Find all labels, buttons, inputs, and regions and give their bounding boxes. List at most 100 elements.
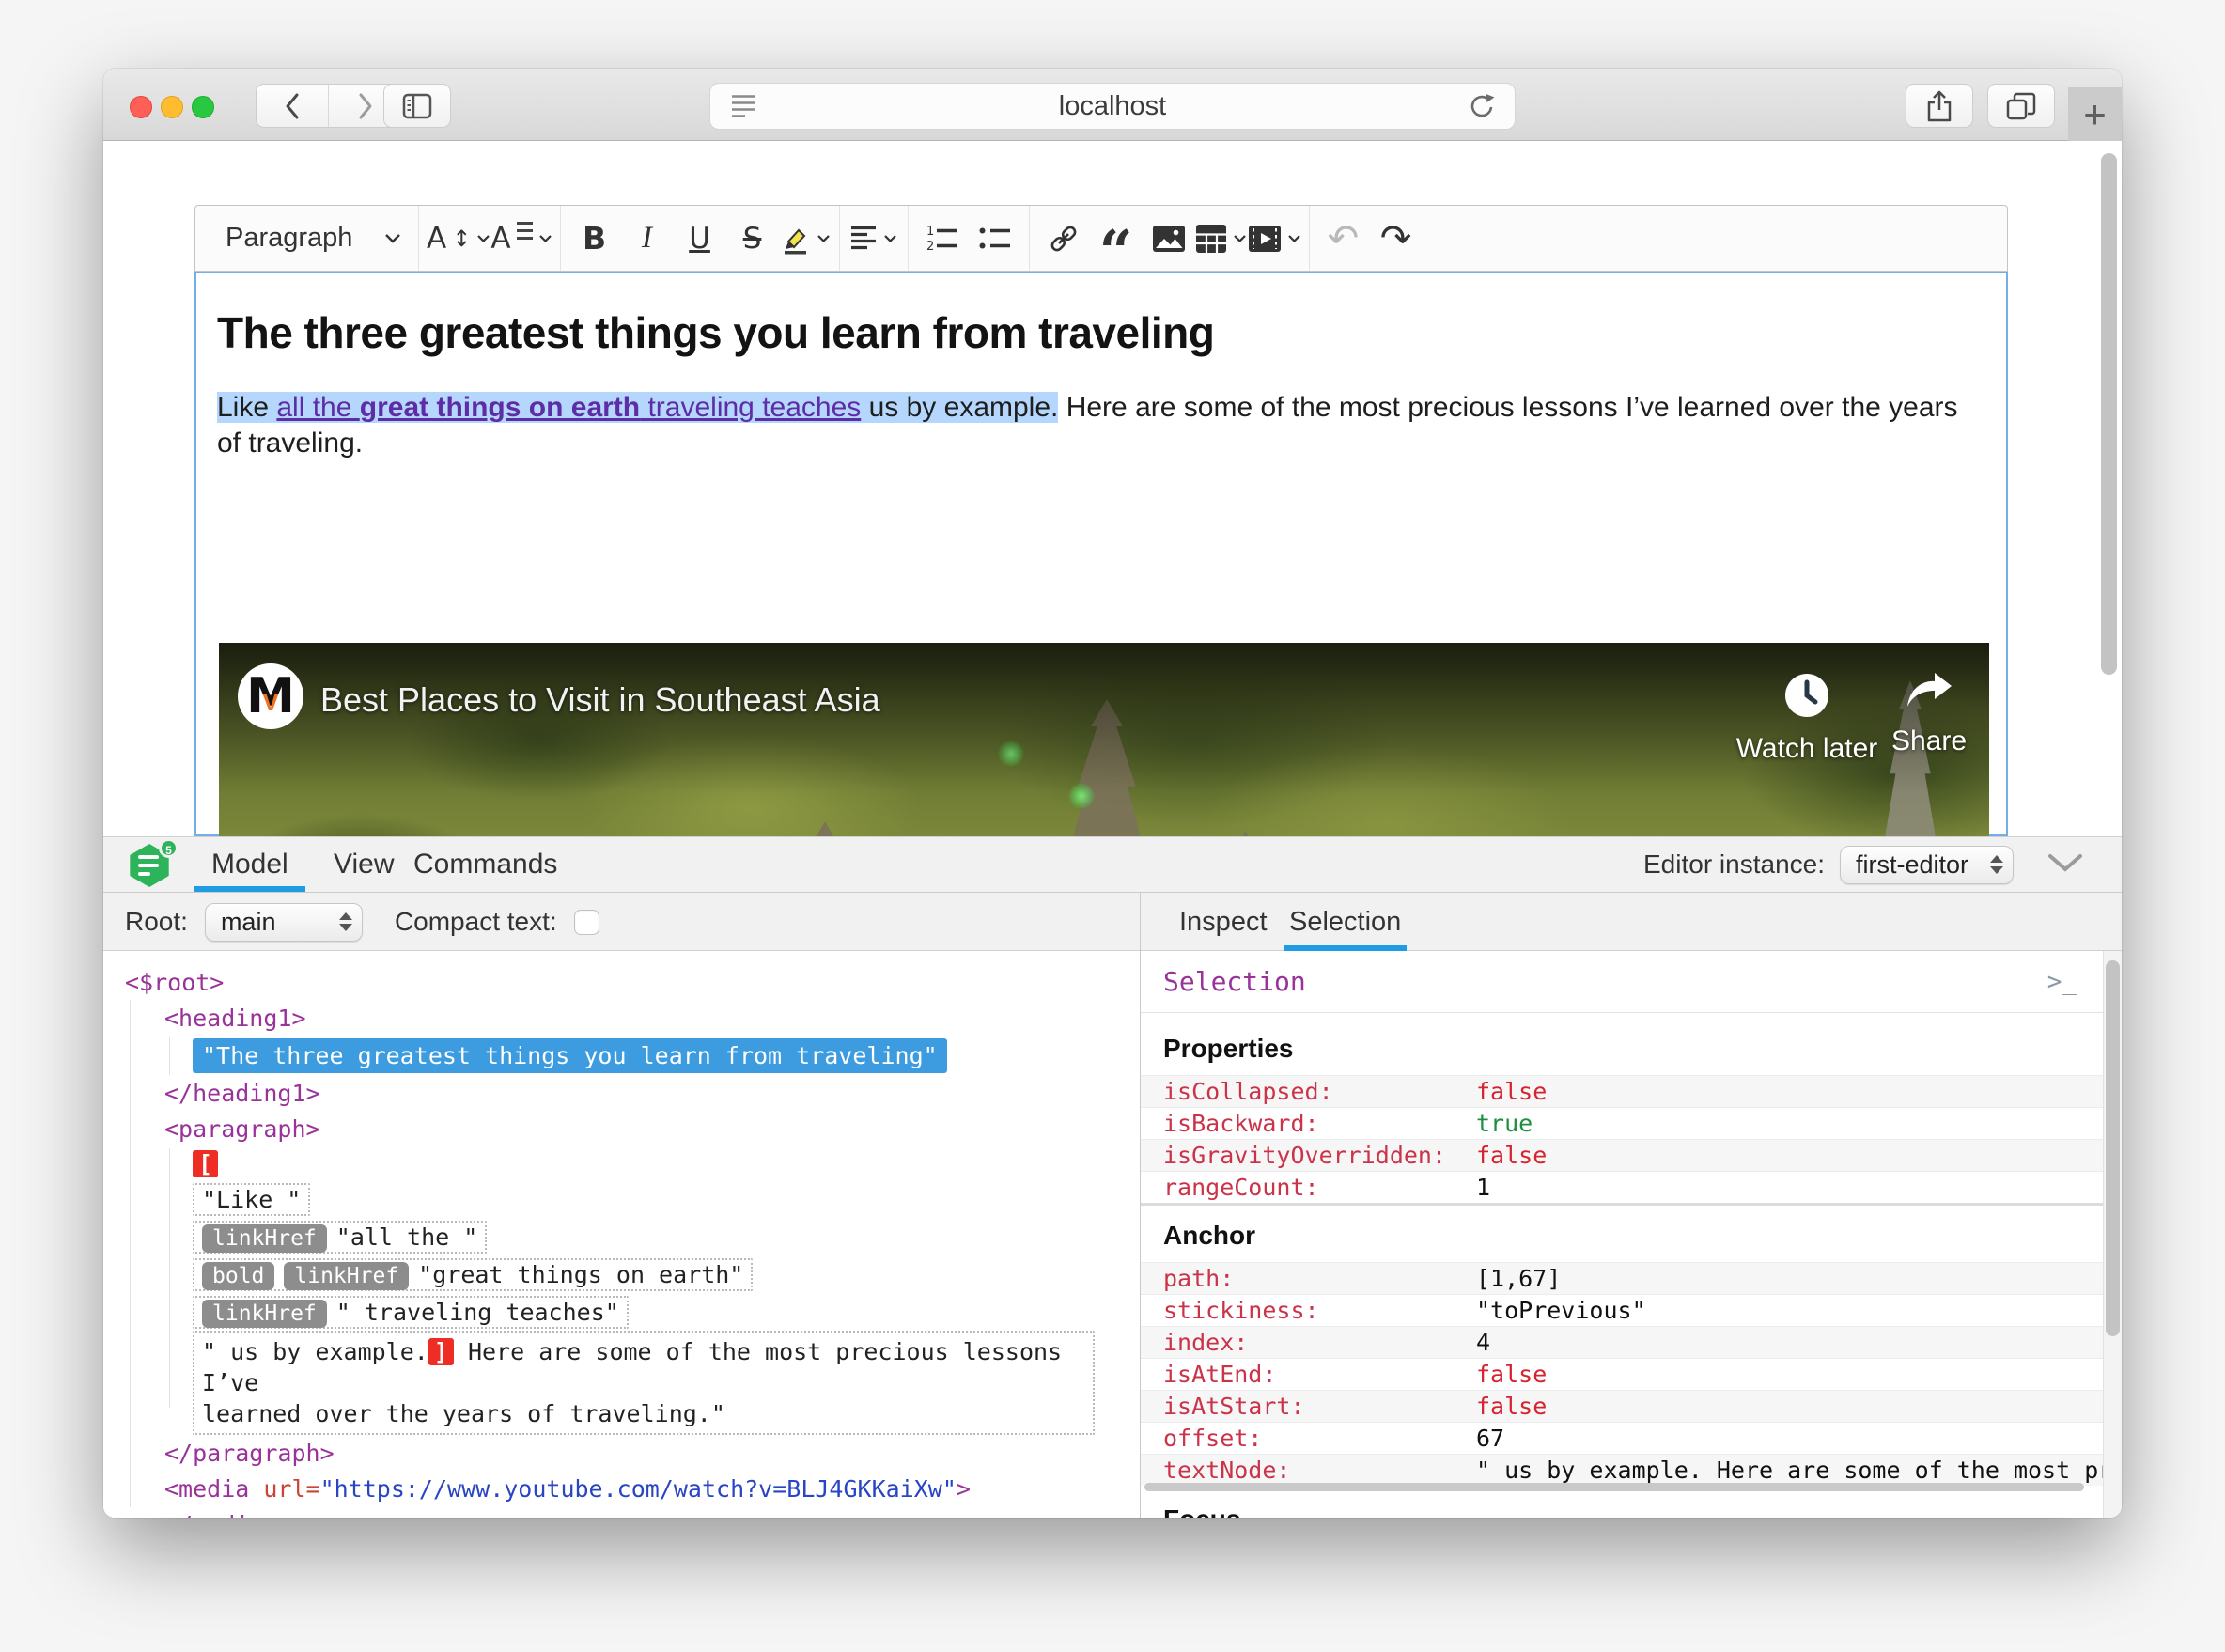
- page-scrollbar-thumb[interactable]: [2101, 153, 2117, 675]
- chevron-down-icon: [385, 233, 400, 243]
- link-traveling-teaches[interactable]: traveling teaches: [640, 392, 861, 423]
- root-select[interactable]: main: [204, 902, 363, 942]
- back-button[interactable]: [257, 85, 329, 127]
- tab-commands[interactable]: Commands: [413, 837, 557, 892]
- property-row: isAtStart: false: [1141, 1390, 2103, 1422]
- tab-selection[interactable]: Selection: [1283, 893, 1408, 951]
- tree-node-media-close[interactable]: </media>: [125, 1506, 1140, 1519]
- align-left-icon: [851, 226, 877, 250]
- font-size-button[interactable]: A ↕: [427, 214, 490, 263]
- tree-node-text-teaches[interactable]: linkHref " traveling teaches": [125, 1293, 1140, 1331]
- tab-view[interactable]: View: [334, 837, 394, 892]
- selection-panel: Selection >_ Properties isCollapsed: fals…: [1141, 951, 2103, 1518]
- highlight-button[interactable]: [779, 214, 832, 263]
- zoom-window-button[interactable]: [192, 96, 214, 118]
- font-family-button[interactable]: A: [490, 214, 552, 263]
- insert-image-button[interactable]: [1143, 214, 1195, 263]
- link-icon: [1050, 226, 1076, 251]
- toolbar-separator: [418, 206, 419, 271]
- heading-dropdown-label: Paragraph: [226, 223, 353, 253]
- url-text[interactable]: localhost: [776, 91, 1449, 122]
- address-bar[interactable]: localhost: [709, 83, 1516, 130]
- panel-scrollbar-thumb[interactable]: [2106, 960, 2120, 1336]
- tab-inspect[interactable]: Inspect: [1179, 893, 1268, 951]
- inspector-collapse-button[interactable]: [2046, 852, 2084, 875]
- minimize-window-button[interactable]: [161, 96, 183, 118]
- tree-node-media-open[interactable]: <media url = "https://www.youtube.com/watc…: [125, 1471, 1140, 1506]
- tree-node-paragraph-open[interactable]: <paragraph>: [125, 1111, 1140, 1146]
- redo-icon: ↷: [1379, 216, 1412, 260]
- editor-editable-area[interactable]: The three greatest things you learn from…: [194, 272, 2008, 836]
- tree-node-heading1-text[interactable]: "The three greatest things you learn fro…: [125, 1036, 1140, 1075]
- log-to-console-icon[interactable]: >_: [2047, 968, 2077, 996]
- share-button[interactable]: [1906, 84, 1973, 128]
- select-stepper-icon: [1990, 855, 2003, 874]
- chevron-down-icon: [477, 234, 490, 242]
- heading-dropdown[interactable]: Paragraph: [209, 214, 411, 263]
- insert-table-button[interactable]: [1195, 214, 1248, 263]
- tree-node-root-open[interactable]: <$root>: [125, 964, 1140, 1000]
- selection-start-marker: [: [125, 1146, 1140, 1180]
- tree-node-text-allthe[interactable]: linkHref "all the ": [125, 1218, 1140, 1255]
- youtube-embed[interactable]: M V Best Places to Visit in Southeast As…: [219, 643, 1989, 836]
- inspector-header: 5 Model View Commands Editor instance: f…: [103, 836, 2122, 893]
- chevron-down-icon: [817, 234, 830, 242]
- video-title[interactable]: Best Places to Visit in Southeast Asia: [320, 680, 880, 720]
- editor-toolbar: Paragraph A ↕ A B I U S 1 2 “ ↶ ↷: [194, 205, 2008, 280]
- undo-button[interactable]: ↶: [1317, 214, 1370, 263]
- horizontal-scrollbar-thumb[interactable]: [1144, 1483, 2084, 1491]
- bulleted-list-button[interactable]: [969, 214, 1021, 263]
- toolbar-separator: [1308, 206, 1310, 271]
- compact-text-checkbox[interactable]: [573, 909, 599, 935]
- sidebar-toggle-button[interactable]: [383, 84, 451, 128]
- share-arrow-icon: [1907, 673, 1952, 707]
- property-row: isGravityOverridden: false: [1141, 1139, 2103, 1171]
- tree-node-heading1-open[interactable]: <heading1>: [125, 1000, 1140, 1036]
- browser-titlebar: localhost +: [103, 69, 2122, 141]
- channel-avatar[interactable]: M V: [238, 663, 303, 729]
- selection-console-header: Selection >_: [1141, 951, 2103, 1013]
- reader-mode-icon[interactable]: [710, 94, 776, 118]
- numbered-list-button[interactable]: 12: [916, 214, 969, 263]
- forward-icon: [359, 93, 371, 118]
- property-row: index: 4: [1141, 1326, 2103, 1358]
- close-window-button[interactable]: [130, 96, 152, 118]
- underline-button[interactable]: U: [674, 214, 726, 263]
- tree-node-text-tail[interactable]: " us by example.] Here are some of the m…: [125, 1331, 1140, 1435]
- alignment-button[interactable]: [848, 214, 900, 263]
- tab-overview-button[interactable]: [1987, 84, 2055, 128]
- toolbar-separator: [1028, 206, 1030, 271]
- blockquote-button[interactable]: “: [1090, 214, 1143, 280]
- tree-node-text-like[interactable]: "Like ": [125, 1180, 1140, 1218]
- link-all-the[interactable]: all the: [276, 392, 359, 423]
- editor-instance-select[interactable]: first-editor: [1840, 845, 2014, 884]
- property-row: isCollapsed: false: [1141, 1075, 2103, 1107]
- inspector-subbar: Root: main Compact text: Inspect Selecti…: [103, 893, 2122, 951]
- chevron-down-icon: [1287, 234, 1300, 242]
- new-tab-button[interactable]: +: [2068, 87, 2122, 141]
- safari-window: localhost + Paragraph A ↕ A B I U S 1 2 …: [103, 69, 2122, 1518]
- property-row: path: [1,67]: [1141, 1262, 2103, 1294]
- select-stepper-icon: [338, 912, 352, 931]
- link-button[interactable]: [1037, 214, 1090, 263]
- editor-instance-label: Editor instance:: [1643, 849, 1825, 879]
- section-properties: Properties: [1163, 1034, 1294, 1063]
- video-share-button[interactable]: Share: [1854, 671, 1989, 757]
- tab-model[interactable]: Model: [194, 837, 305, 892]
- tree-node-paragraph-close[interactable]: </paragraph>: [125, 1435, 1140, 1471]
- reload-icon[interactable]: [1449, 92, 1515, 120]
- media-icon: [1248, 225, 1281, 252]
- property-row: stickiness: "toPrevious": [1141, 1294, 2103, 1326]
- tree-node-heading1-close[interactable]: </heading1>: [125, 1075, 1140, 1111]
- numbered-list-icon: 12: [926, 225, 957, 253]
- tree-node-text-greatthings[interactable]: bold linkHref "great things on earth": [125, 1255, 1140, 1293]
- media-embed-button[interactable]: [1248, 214, 1301, 263]
- property-row: isAtEnd: false: [1141, 1358, 2103, 1390]
- link-great-things-bold[interactable]: great things on earth: [360, 392, 640, 423]
- share-icon: [1927, 90, 1952, 121]
- highlight-pen-icon: [785, 228, 807, 254]
- bold-button[interactable]: B: [568, 214, 621, 263]
- redo-button[interactable]: ↷: [1370, 214, 1423, 263]
- strikethrough-button[interactable]: S: [726, 214, 779, 263]
- italic-button[interactable]: I: [621, 214, 674, 263]
